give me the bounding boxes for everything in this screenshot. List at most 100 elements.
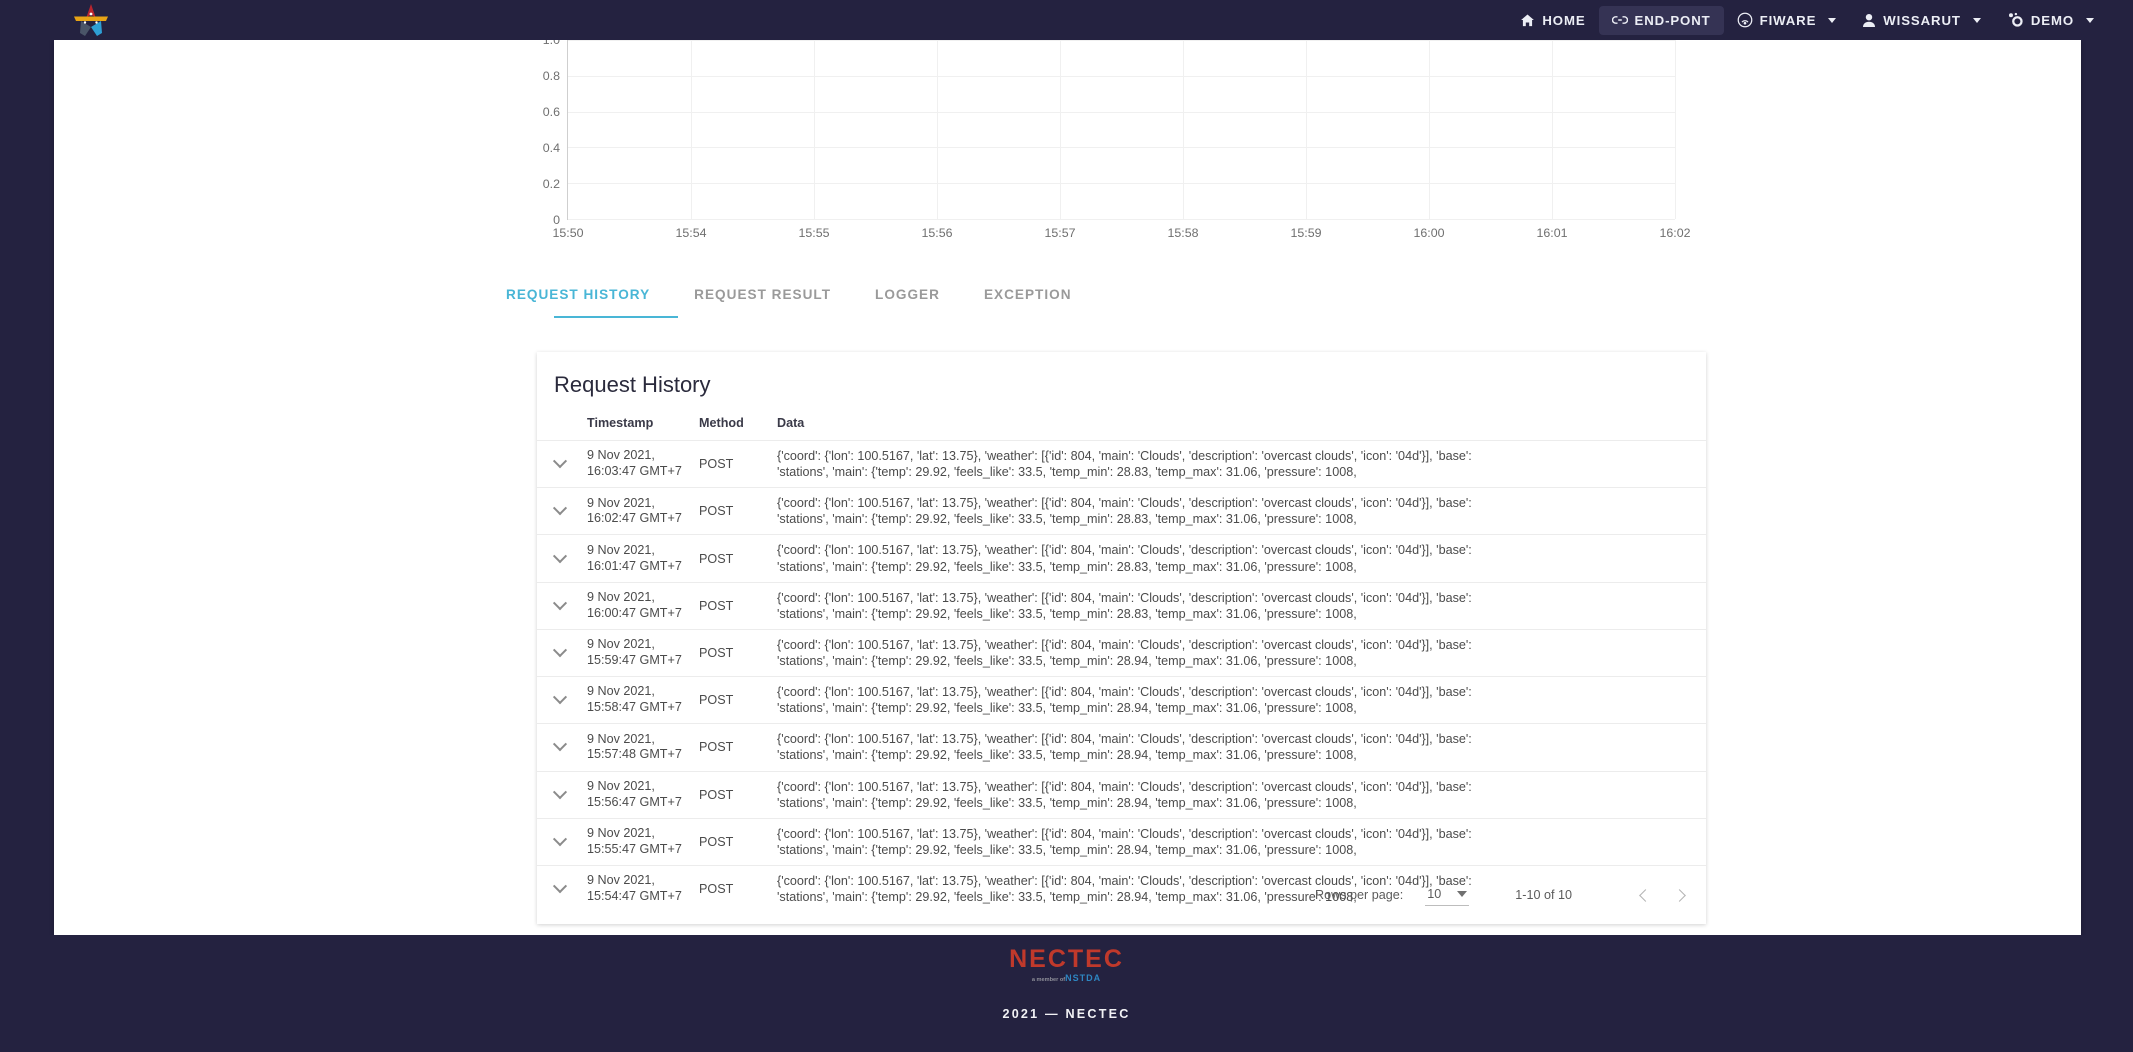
nav-item-home[interactable]: HOME [1507, 6, 1598, 35]
table-row[interactable]: 9 Nov 2021, 15:55:47 GMT+7 POST {'coord': … [537, 817, 1706, 866]
y-gridline: 1.0 [543, 33, 1675, 47]
table-body: 9 Nov 2021, 16:03:47 GMT+7 POST {'coord': … [537, 439, 1706, 913]
requests-timeseries-chart: 1.0 0.8 0.6 0.4 0.2 0 15:50 15:54 15:55 15:56 15:5… [484, 33, 1709, 258]
expand-row-cell[interactable] [537, 864, 583, 913]
nstda-member-text: a member of [1031, 977, 1066, 983]
y-axis-tick-label: 0 [553, 213, 560, 227]
cell-timestamp: 9 Nov 2021, 15:57:48 GMT+7 [583, 723, 695, 772]
active-tab-indicator [554, 316, 678, 318]
cell-timestamp: 9 Nov 2021, 15:56:47 GMT+7 [583, 770, 695, 819]
y-gridline: 0.8 [543, 69, 1675, 83]
expand-row-cell[interactable] [537, 770, 583, 819]
tab-label: LOGGER [875, 286, 940, 302]
data-payload-line: 'stations', 'main': {'temp': 29.92, 'fee… [777, 465, 1357, 480]
x-axis-tick-label: 15:57 [1044, 226, 1076, 240]
nav-item-end-pont[interactable]: END-PONT [1598, 5, 1724, 35]
x-axis-tick-label: 15:58 [1167, 226, 1199, 240]
nav-item-label: DEMO [2030, 12, 2074, 28]
data-payload-line: {'coord': {'lon': 100.5167, 'lat': 13.75… [777, 496, 1472, 511]
x-gridline [1183, 40, 1184, 219]
request-history-table: Timestamp Method Data 9 Nov 2021, 16:03:… [537, 410, 1706, 913]
chevron-down-icon[interactable] [552, 737, 568, 752]
data-payload-line: 'stations', 'main': {'temp': 29.92, 'fee… [777, 512, 1357, 527]
data-payload-line: 'stations', 'main': {'temp': 29.92, 'fee… [777, 842, 1357, 857]
expand-row-cell[interactable] [537, 676, 583, 724]
next-page-button[interactable] [1662, 878, 1696, 912]
nav-item-label: FIWARE [1759, 12, 1817, 28]
person-icon [1862, 13, 1876, 28]
tab-request-history[interactable]: REQUEST HISTORY [484, 272, 672, 316]
x-gridline [691, 40, 692, 219]
nav-item-wissarut[interactable]: WISSARUT [1849, 6, 1994, 35]
nectec-star-logo[interactable] [68, 2, 114, 38]
pagination-range: 1-10 of 10 [1515, 888, 1572, 902]
table-row[interactable]: 9 Nov 2021, 16:00:47 GMT+7 POST {'coord': … [537, 581, 1706, 630]
top-navbar: HOME END-PONT FIWARE WISSARUT DEMO [0, 0, 2133, 40]
nav-item-label: END-PONT [1634, 12, 1711, 28]
chevron-down-icon[interactable] [552, 548, 568, 563]
table-row[interactable]: 9 Nov 2021, 16:01:47 GMT+7 POST {'coord': … [537, 534, 1706, 583]
chevron-down-icon[interactable] [552, 831, 568, 847]
table-row[interactable]: 9 Nov 2021, 15:59:47 GMT+7 POST {'coord': … [537, 628, 1706, 677]
expand-row-cell[interactable] [537, 534, 583, 583]
previous-page-button[interactable] [1628, 878, 1662, 912]
expand-row-cell[interactable] [537, 723, 583, 772]
cell-method: POST [695, 439, 773, 488]
tab-exception[interactable]: EXCEPTION [962, 272, 1094, 316]
nav-item-label: WISSARUT [1883, 12, 1961, 28]
chevron-down-icon[interactable] [552, 454, 568, 469]
y-axis-tick-label: 0.2 [542, 176, 560, 191]
cell-method: POST [695, 864, 773, 913]
cell-data: {'coord': {'lon': 100.5167, 'lat': 13.75… [773, 676, 1706, 724]
cell-data: {'coord': {'lon': 100.5167, 'lat': 13.75… [773, 723, 1706, 772]
column-header-timestamp: Timestamp [587, 416, 654, 430]
page-footer: NECTEC a member ofNSTDA 2021 — NECTEC [0, 935, 2133, 1052]
data-payload-line: {'coord': {'lon': 100.5167, 'lat': 13.75… [777, 685, 1472, 700]
nav-item-demo[interactable]: DEMO [1994, 6, 2107, 35]
settings-icon [2007, 12, 2024, 28]
chevron-down-icon[interactable] [552, 690, 568, 705]
y-axis-tick-label: 0.4 [542, 140, 560, 155]
chevron-down-icon[interactable] [552, 879, 568, 894]
chevron-down-icon[interactable] [552, 784, 568, 799]
cell-method: POST [695, 676, 773, 724]
chevron-down-icon[interactable] [552, 595, 568, 611]
cell-timestamp: 9 Nov 2021, 15:55:47 GMT+7 [583, 817, 695, 866]
table-row[interactable]: 9 Nov 2021, 16:02:47 GMT+7 POST {'coord': … [537, 487, 1706, 535]
chevron-down-icon [2086, 17, 2094, 23]
table-row[interactable]: 9 Nov 2021, 15:57:48 GMT+7 POST {'coord': … [537, 723, 1706, 772]
cell-method: POST [695, 487, 773, 535]
data-payload-line: 'stations', 'main': {'temp': 29.92, 'fee… [777, 701, 1357, 716]
x-axis-tick-label: 16:02 [1659, 226, 1691, 240]
expand-row-cell[interactable] [537, 628, 583, 677]
expand-row-cell[interactable] [537, 581, 583, 630]
table-row[interactable]: 9 Nov 2021, 16:03:47 GMT+7 POST {'coord': … [537, 439, 1706, 488]
chevron-down-icon[interactable] [552, 501, 568, 516]
cell-data: {'coord': {'lon': 100.5167, 'lat': 13.75… [773, 487, 1706, 535]
data-payload-line: {'coord': {'lon': 100.5167, 'lat': 13.75… [777, 637, 1472, 652]
table-row[interactable]: 9 Nov 2021, 15:58:47 GMT+7 POST {'coord': … [537, 676, 1706, 724]
tab-logger[interactable]: LOGGER [853, 272, 962, 316]
rows-per-page-select[interactable]: 10 [1425, 885, 1470, 906]
column-header-data: Data [777, 416, 805, 430]
expand-row-cell[interactable] [537, 439, 583, 488]
data-payload-line: 'stations', 'main': {'temp': 29.92, 'fee… [777, 606, 1357, 621]
tab-request-result[interactable]: REQUEST RESULT [672, 272, 853, 316]
nav-item-fiware[interactable]: FIWARE [1724, 6, 1850, 35]
cell-data: {'coord': {'lon': 100.5167, 'lat': 13.75… [773, 439, 1706, 488]
cell-data: {'coord': {'lon': 100.5167, 'lat': 13.75… [773, 628, 1706, 677]
expand-row-cell[interactable] [537, 487, 583, 535]
table-row[interactable]: 9 Nov 2021, 15:56:47 GMT+7 POST {'coord': … [537, 770, 1706, 819]
tab-label: REQUEST RESULT [694, 286, 832, 302]
column-header-method: Method [699, 416, 744, 430]
cell-method: POST [695, 581, 773, 630]
y-axis-tick-label: 0.8 [542, 68, 560, 83]
nav-item-label: HOME [1542, 12, 1586, 28]
cell-method: POST [695, 628, 773, 677]
chevron-down-icon [1972, 17, 1981, 23]
request-history-card: Request History Timestamp Method Data 9 … [537, 352, 1706, 924]
chevron-down-icon[interactable] [552, 643, 568, 658]
cell-method: POST [695, 817, 773, 866]
expand-row-cell[interactable] [537, 817, 583, 866]
cell-timestamp: 9 Nov 2021, 16:01:47 GMT+7 [583, 534, 695, 583]
